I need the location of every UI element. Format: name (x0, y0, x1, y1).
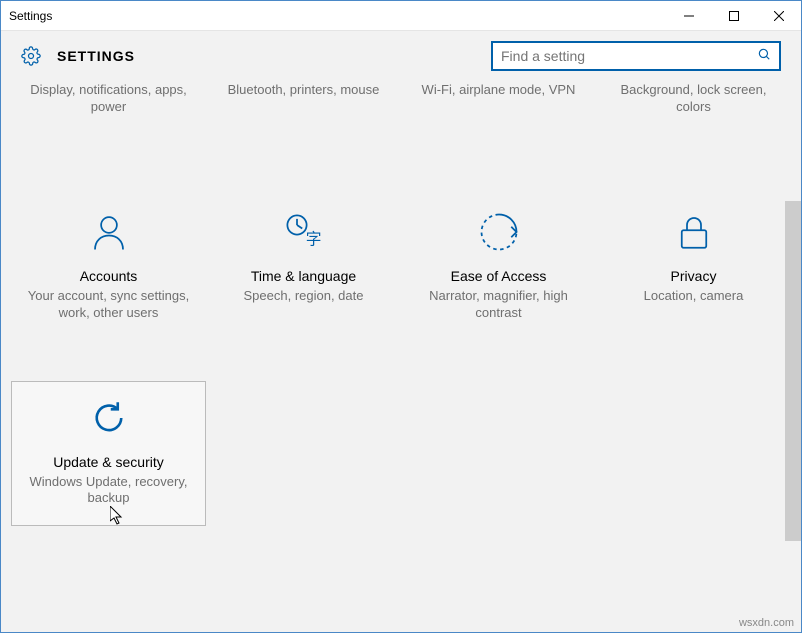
tile-desc: Bluetooth, printers, mouse (217, 82, 390, 99)
time-language-icon: 字 (217, 208, 390, 256)
tile-personalization[interactable]: Background, lock screen, colors (596, 81, 791, 135)
settings-gear-icon (21, 46, 41, 66)
tile-label: Update & security (22, 454, 195, 470)
tile-desc: Speech, region, date (217, 288, 390, 305)
svg-text:字: 字 (305, 230, 321, 248)
update-security-icon (22, 394, 195, 442)
accounts-icon (22, 208, 195, 256)
tile-ease-of-access[interactable]: Ease of Access Narrator, magnifier, high… (401, 195, 596, 341)
tile-accounts[interactable]: Accounts Your account, sync settings, wo… (11, 195, 206, 341)
tile-label: Time & language (217, 268, 390, 284)
tile-desc: Location, camera (607, 288, 780, 305)
tile-label: Privacy (607, 268, 780, 284)
search-icon (757, 47, 771, 66)
tile-update-security[interactable]: Update & security Windows Update, recove… (11, 381, 206, 527)
watermark-text: wsxdn.com (739, 617, 794, 629)
tile-desc: Your account, sync settings, work, other… (22, 288, 195, 322)
header-bar: SETTINGS (1, 31, 801, 81)
search-box[interactable] (491, 41, 781, 71)
settings-window: Settings SETTINGS Display, (0, 0, 802, 633)
tile-desc: Background, lock screen, colors (607, 82, 780, 116)
window-controls (666, 1, 801, 30)
maximize-icon (729, 11, 739, 21)
page-title: SETTINGS (57, 48, 135, 64)
minimize-icon (684, 11, 694, 21)
close-icon (774, 11, 784, 21)
tile-time-language[interactable]: 字 Time & language Speech, region, date (206, 195, 401, 341)
minimize-button[interactable] (666, 1, 711, 30)
titlebar: Settings (1, 1, 801, 31)
tile-desc: Wi-Fi, airplane mode, VPN (412, 82, 585, 99)
tile-devices[interactable]: Bluetooth, printers, mouse (206, 81, 401, 135)
scrollbar-thumb[interactable] (785, 201, 801, 541)
privacy-icon (607, 208, 780, 256)
tile-privacy[interactable]: Privacy Location, camera (596, 195, 791, 341)
close-button[interactable] (756, 1, 801, 30)
content-area: Display, notifications, apps, power Blue… (1, 81, 801, 632)
search-input[interactable] (501, 48, 757, 64)
maximize-button[interactable] (711, 1, 756, 30)
tiles-row-2: Accounts Your account, sync settings, wo… (1, 195, 801, 341)
tile-network[interactable]: Wi-Fi, airplane mode, VPN (401, 81, 596, 135)
ease-of-access-icon (412, 208, 585, 256)
tile-desc: Display, notifications, apps, power (22, 82, 195, 116)
tile-label: Ease of Access (412, 268, 585, 284)
tile-desc: Narrator, magnifier, high contrast (412, 288, 585, 322)
tile-system[interactable]: Display, notifications, apps, power (11, 81, 206, 135)
tiles-row-partial: Display, notifications, apps, power Blue… (1, 81, 801, 135)
window-title: Settings (9, 9, 52, 23)
tiles-row-3: Update & security Windows Update, recove… (1, 381, 801, 527)
tile-label: Accounts (22, 268, 195, 284)
tile-desc: Windows Update, recovery, backup (22, 474, 195, 508)
